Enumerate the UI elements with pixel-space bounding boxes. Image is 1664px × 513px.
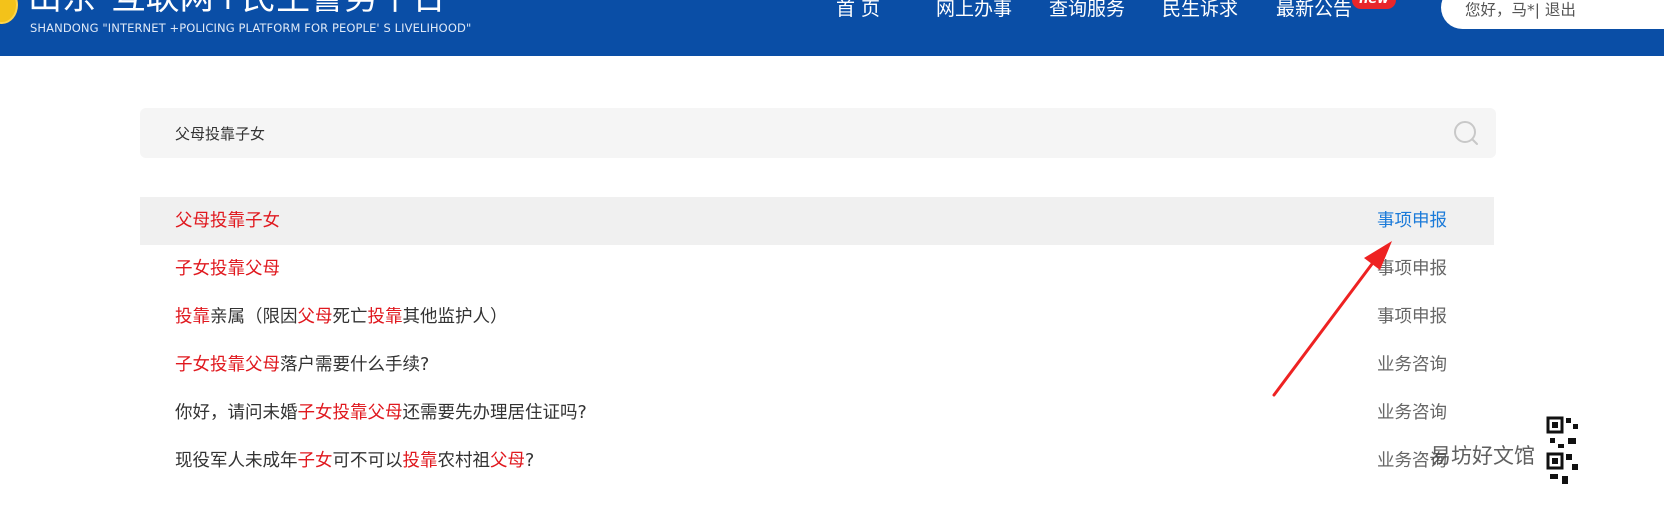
search-bar (140, 108, 1496, 158)
qr-code-icon (1546, 414, 1580, 494)
search-input[interactable] (175, 121, 1375, 145)
result-title[interactable]: 子女投靠父母落户需要什么手续? (175, 341, 429, 389)
site-title: 山东"互联网+民生警务平台" (28, 0, 462, 18)
keyword-highlight: 父母投靠子女 (175, 211, 280, 231)
keyword-highlight: 投靠 (402, 451, 438, 471)
nav-online-services[interactable]: 网上办事 (936, 0, 1012, 24)
new-badge: new (1352, 0, 1397, 9)
keyword-highlight: 父母 (297, 307, 333, 327)
keyword-highlight: 子女 (297, 451, 333, 471)
result-row[interactable]: 现役军人未成年子女可不可以投靠农村祖父母? 业务咨询 (140, 437, 1494, 485)
keyword-highlight: 子女投靠父母 (297, 403, 403, 423)
keyword-highlight: 投靠 (175, 307, 210, 327)
police-emblem-icon (0, 0, 18, 24)
watermark: 易坊好文馆 (1430, 444, 1535, 468)
nav-home[interactable]: 首 页 (836, 0, 880, 24)
keyword-highlight: 子女投靠父母 (175, 355, 280, 375)
site-header: 山东"互联网+民生警务平台" SHANDONG "INTERNET +POLIC… (0, 0, 1664, 56)
result-title-text: 死亡 (332, 307, 368, 327)
result-title-text: 落户需要什么手续? (280, 355, 430, 375)
site-subtitle: SHANDONG "INTERNET +POLICING PLATFORM FO… (30, 21, 472, 35)
result-title-text: 亲属（限因 (210, 307, 298, 327)
result-title-text: 其他监护人） (402, 307, 508, 327)
nav-latest-announcements[interactable]: 最新公告 (1276, 0, 1352, 24)
result-title-text: 可不可以 (332, 451, 403, 471)
user-greeting[interactable]: 您好，马*| 退出 (1465, 0, 1576, 20)
nav-query-services[interactable]: 查询服务 (1049, 0, 1125, 24)
search-icon[interactable] (1453, 120, 1479, 146)
result-title[interactable]: 父母投靠子女 (175, 197, 280, 245)
result-title[interactable]: 你好，请问未婚子女投靠父母还需要先办理居住证吗? (175, 389, 587, 437)
result-title[interactable]: 子女投靠父母 (175, 245, 280, 293)
nav-livelihood-appeals[interactable]: 民生诉求 (1162, 0, 1238, 24)
result-title-text: 现役军人未成年 (175, 451, 298, 471)
result-title-text: ? (525, 451, 535, 471)
result-title-text: 还需要先办理居住证吗? (402, 403, 587, 423)
result-title-text: 你好，请问未婚 (175, 403, 298, 423)
keyword-highlight: 投靠 (367, 307, 403, 327)
result-title[interactable]: 现役军人未成年子女可不可以投靠农村祖父母? (175, 437, 534, 485)
red-arrow-annotation-icon (1272, 241, 1392, 397)
result-title[interactable]: 投靠亲属（限因父母死亡投靠其他监护人） (175, 293, 508, 341)
result-title-text: 农村祖 (437, 451, 491, 471)
keyword-highlight: 父母 (490, 451, 525, 471)
user-panel[interactable]: 您好，马*| 退出 (1441, 0, 1664, 29)
keyword-highlight: 子女投靠父母 (175, 259, 280, 279)
